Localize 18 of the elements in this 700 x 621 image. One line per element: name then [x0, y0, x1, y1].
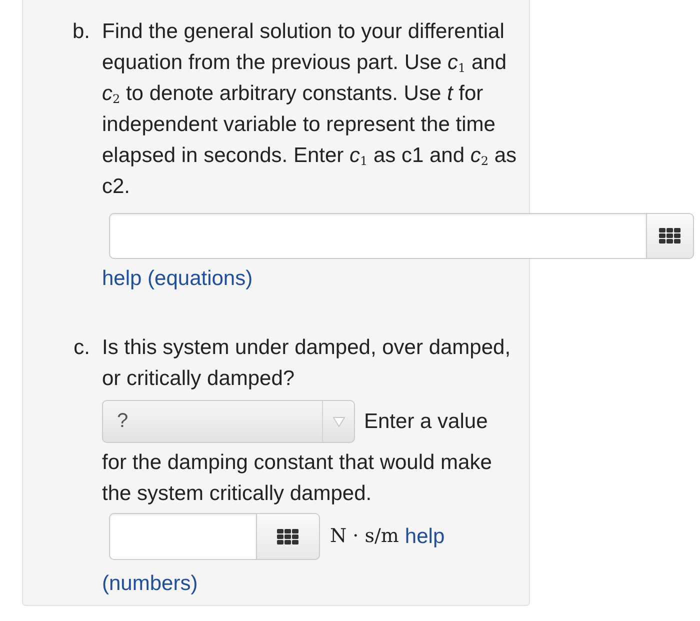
help-link[interactable]: help (equations) [102, 267, 253, 290]
help-link[interactable]: (numbers) [102, 572, 198, 595]
keypad-button[interactable] [256, 513, 320, 560]
unit-label: N · s/m [330, 524, 399, 549]
keypad-icon [277, 528, 299, 544]
question-text: Is this system under damped, over damped, or critically damped? [102, 335, 512, 392]
part-label: c. [72, 335, 91, 361]
help-link[interactable]: help [404, 521, 445, 552]
keypad-icon [659, 228, 681, 244]
question-text: Find the general solution to your differential equation from the previous part. Use c$_{1}$ and c$_{2}$ to denote arbitrary constants. Use t for independent variable to represent the time elapsed in seconds. Enter c$_{1}$ as c1 and c$_{2}$ as c2. [102, 19, 518, 200]
answer-field[interactable] [109, 513, 256, 560]
keypad-button[interactable] [646, 213, 694, 259]
part-label: b. [71, 19, 91, 45]
question-text: Enter a value [364, 409, 488, 435]
answer-field[interactable] [109, 213, 646, 259]
caret-icon [332, 416, 344, 426]
question-text: for the damping constant that would make the system critically damped. [102, 450, 493, 507]
dropdown[interactable]: ? [102, 400, 355, 443]
